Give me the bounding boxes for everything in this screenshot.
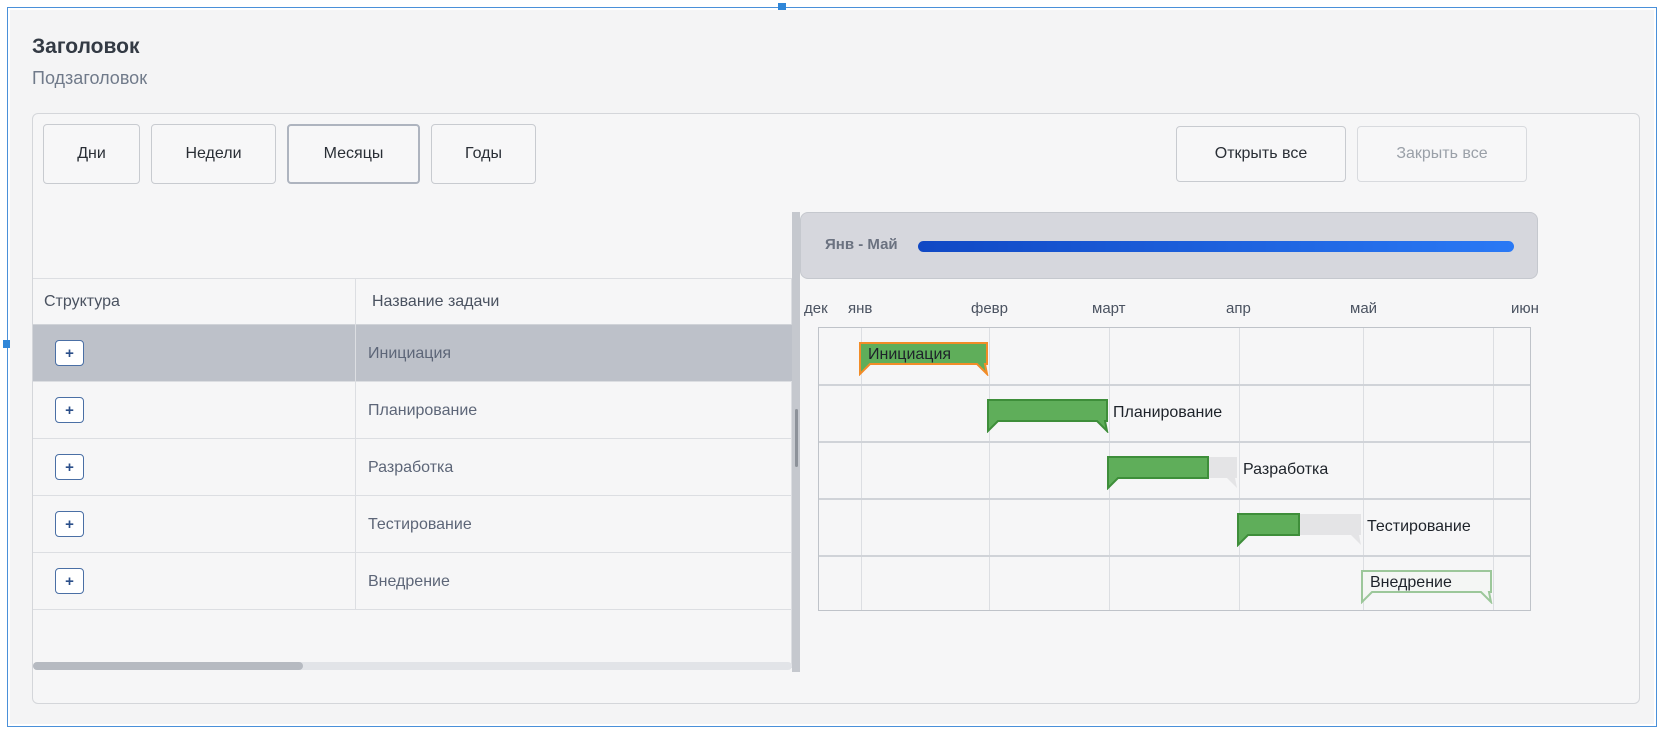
task-name-cell: Внедрение: [368, 572, 450, 590]
gantt-chart-area: Инициация Планирование Разработка Тестирова…: [818, 327, 1531, 611]
task-bar-label: Инициация: [868, 346, 952, 363]
task-bar-label: Внедрение: [1370, 574, 1452, 591]
month-gridline: [1363, 328, 1364, 610]
gantt-panel: Дни Недели Месяцы Годы Открыть все Закры…: [32, 113, 1640, 704]
month-gridline: [1239, 328, 1240, 610]
task-bar[interactable]: [1237, 513, 1363, 547]
month-gridline: [1493, 328, 1494, 610]
month-label: дек: [804, 300, 828, 317]
task-name-cell: Тестирование: [368, 515, 472, 533]
expand-row-button[interactable]: +: [55, 511, 84, 537]
open-all-button[interactable]: Открыть все: [1176, 126, 1346, 182]
task-name-cell: Разработка: [368, 458, 454, 476]
table-row[interactable]: + Планирование: [33, 382, 792, 439]
column-separator: [355, 279, 356, 609]
splitter-grip[interactable]: [795, 409, 798, 467]
task-bar-progress: [1237, 513, 1300, 547]
expand-row-button[interactable]: +: [55, 568, 84, 594]
table-row[interactable]: + Внедрение: [33, 553, 792, 610]
month-gridline: [989, 328, 990, 610]
page-title: Заголовок: [32, 35, 140, 58]
horizontal-scrollbar-thumb[interactable]: [33, 662, 303, 670]
month-label: май: [1350, 300, 1378, 317]
table-row[interactable]: + Тестирование: [33, 496, 792, 553]
column-header-structure[interactable]: Структура: [44, 279, 120, 325]
row-gridline: [819, 555, 1530, 557]
expand-row-button[interactable]: +: [55, 454, 84, 480]
close-all-button[interactable]: Закрыть все: [1357, 126, 1527, 182]
table-row[interactable]: + Разработка: [33, 439, 792, 496]
grid-header: Структура Название задачи: [33, 279, 792, 325]
task-bar[interactable]: [987, 399, 1109, 433]
month-label: февр: [971, 300, 1008, 317]
task-bar[interactable]: [1107, 456, 1239, 490]
expand-row-button[interactable]: +: [55, 397, 84, 423]
table-row[interactable]: + Инициация: [33, 325, 792, 382]
task-grid: Структура Название задачи + Инициация + …: [33, 278, 792, 668]
scale-weeks-button[interactable]: Недели: [151, 124, 276, 184]
expand-row-button[interactable]: +: [55, 340, 84, 366]
task-bar-label: Тестирование: [1367, 518, 1471, 535]
scale-months-button[interactable]: Месяцы: [287, 124, 420, 184]
task-bar-label: Планирование: [1113, 404, 1223, 421]
task-bar-progress: [987, 399, 1109, 433]
month-label: март: [1092, 300, 1126, 317]
task-name-cell: Планирование: [368, 401, 478, 419]
scale-years-button[interactable]: Годы: [431, 124, 536, 184]
range-label: Янв - Май: [825, 236, 898, 253]
task-bar-progress: [1107, 456, 1209, 490]
month-label: июн: [1511, 300, 1539, 317]
column-header-task-name[interactable]: Название задачи: [372, 279, 499, 325]
gantt-widget: Заголовок Подзаголовок Дни Недели Месяцы…: [10, 10, 1654, 724]
month-label: апр: [1226, 300, 1251, 317]
row-gridline: [819, 384, 1530, 386]
task-name-cell: Инициация: [368, 344, 452, 362]
range-slider[interactable]: [918, 241, 1514, 252]
scale-days-button[interactable]: Дни: [43, 124, 140, 184]
page-subtitle: Подзаголовок: [32, 68, 148, 88]
row-gridline: [819, 441, 1530, 443]
timeline-range-header: Янв - Май: [800, 212, 1538, 279]
row-gridline: [819, 498, 1530, 500]
task-bar-label: Разработка: [1243, 461, 1329, 478]
month-label: янв: [848, 300, 873, 317]
